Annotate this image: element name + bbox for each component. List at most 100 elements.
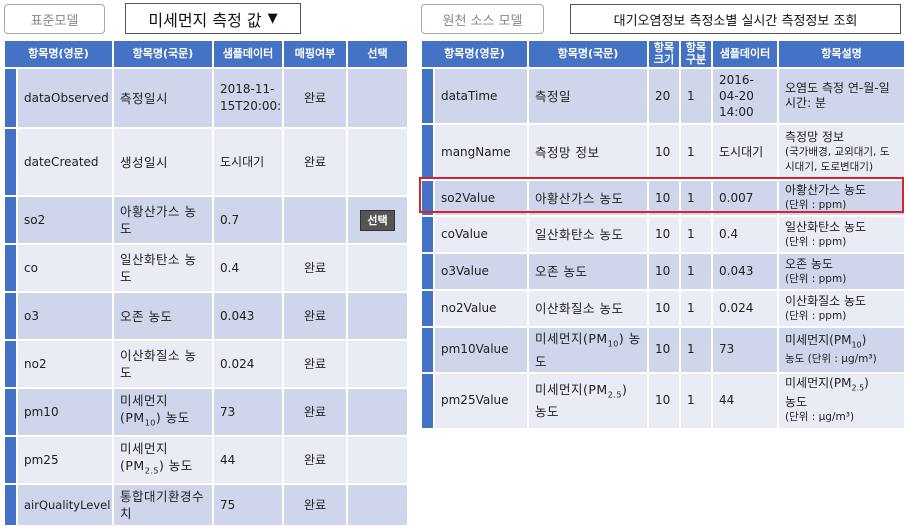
field-select [346, 483, 409, 527]
field-ko-part: ) 농도 [155, 410, 190, 426]
field-sample: 도시대기 [711, 123, 779, 181]
table-row[interactable]: dataObserved 측정일시 2018-11-15T20:00:00 완료 [3, 67, 409, 129]
field-desc: 일산화탄소 농도 (단위 : ppm) [777, 215, 906, 254]
field-sample: 73 [711, 326, 779, 374]
col-header-en: 항목명(영문) [3, 39, 114, 69]
field-ko: 생성일시 [112, 127, 214, 197]
row-marker [420, 326, 435, 374]
field-desc: 미세먼지(PM10) 농도 (단위 : μg/m³) [777, 326, 906, 374]
field-en: pm10 [16, 387, 114, 437]
row-marker [3, 243, 18, 293]
field-sample: 0.007 [711, 179, 779, 217]
table-row[interactable]: pm10 미세먼지(PM10) 농도 73 완료 [3, 387, 409, 437]
field-desc-main: 오존 농도 [785, 256, 833, 271]
field-ko: 통합대기환경수치 [112, 483, 214, 527]
field-ko-part: 미세먼지(PM [535, 381, 608, 397]
field-type: 1 [679, 371, 713, 430]
field-en: airQualityLevel [16, 483, 114, 527]
field-sample: 2018-11-15T20:00:00 [212, 67, 284, 129]
col-header-sample: 샘플데이터 [212, 39, 284, 69]
table-row[interactable]: so2 아황산가스 농도 0.7 선택 [3, 195, 409, 245]
table-row[interactable]: coValue 일산화탄소 농도 10 1 0.4 일산화탄소 농도 (단위 :… [420, 215, 906, 254]
row-marker [420, 289, 435, 328]
api-title: 대기오염정보 측정소별 실시간 측정정보 조회 [570, 4, 901, 34]
field-ko: 일산화탄소 농도 [527, 215, 649, 254]
field-ko-part: ) 농도 [158, 458, 193, 474]
select-button[interactable]: 선택 [360, 209, 395, 231]
field-mapped: 완료 [282, 127, 348, 197]
table-row[interactable]: airQualityLevel 통합대기환경수치 75 완료 [3, 483, 409, 527]
chevron-down-icon: ▼ [267, 11, 278, 26]
table-row[interactable]: co 일산화탄소 농도 0.4 완료 [3, 243, 409, 293]
field-sample: 44 [711, 371, 779, 430]
table-row[interactable]: no2Value 이산화질소 농도 10 1 0.024 이산화질소 농도 (단… [420, 289, 906, 328]
field-en: co [16, 243, 114, 293]
field-select [346, 339, 409, 389]
field-type: 1 [679, 123, 713, 181]
field-ko: 측정망 정보 [527, 123, 649, 181]
field-ko: 일산화탄소 농도 [112, 243, 214, 293]
measurement-dropdown[interactable]: 미세먼지 측정 값 ▼ [125, 3, 301, 34]
row-marker [3, 67, 18, 129]
field-desc-detail: (국가배경, 교외대기, 도시대기, 도로변대기) [785, 145, 890, 173]
table-row[interactable]: pm10Value 미세먼지(PM10) 농도 10 1 73 미세먼지(PM1… [420, 326, 906, 374]
field-sample: 0.024 [711, 289, 779, 328]
row-marker [420, 215, 435, 254]
field-desc-subscript: 10 [851, 339, 862, 349]
field-sample: 44 [212, 435, 284, 485]
table-row[interactable]: pm25 미세먼지(PM2.5) 농도 44 완료 [3, 435, 409, 485]
field-ko: 아황산가스 농도 [112, 195, 214, 245]
field-desc-unit: (단위 : ppm) [785, 272, 847, 285]
source-model-button[interactable]: 원천 소스 모델 [421, 4, 544, 34]
table-row[interactable]: o3 오존 농도 0.043 완료 [3, 291, 409, 341]
field-ko: 이산화질소 농도 [527, 289, 649, 328]
field-en: coValue [433, 215, 529, 254]
field-desc-main: 이산화질소 농도 [785, 293, 867, 308]
field-size: 10 [647, 252, 681, 291]
field-mapped [282, 195, 348, 245]
field-sample: 73 [212, 387, 284, 437]
col-header-select: 선택 [346, 39, 409, 69]
field-desc-main: 아황산가스 농도 [785, 183, 867, 197]
row-marker [3, 435, 18, 485]
field-en: pm25Value [433, 371, 529, 430]
field-en: so2Value [433, 179, 529, 217]
field-desc-unit: (단위 : ppm) [785, 235, 847, 248]
field-desc-unit: (단위 : ppm) [785, 199, 847, 211]
field-desc-part: 농도 [785, 395, 808, 410]
field-mapped: 완료 [282, 67, 348, 129]
field-size: 20 [647, 67, 681, 125]
field-desc-unit: 농도 (단위 : μg/m³) [785, 352, 877, 365]
source-model-table: 항목명(영문) 항목명(국문) 항목크기 항목구분 샘플데이터 항목설명 dat… [420, 39, 906, 430]
table-row-highlighted[interactable]: so2Value 아황산가스 농도 10 1 0.007 아황산가스 농도 (단… [420, 179, 906, 217]
field-ko: 미세먼지(PM10) 농도 [527, 326, 649, 374]
table-row[interactable]: dateCreated 생성일시 도시대기 완료 [3, 127, 409, 197]
field-en: no2Value [433, 289, 529, 328]
table-row[interactable]: no2 이산화질소 농도 0.024 완료 [3, 339, 409, 389]
row-marker [420, 179, 435, 217]
standard-model-button[interactable]: 표준모델 [4, 4, 105, 34]
table-row[interactable]: pm25Value 미세먼지(PM2.5) 농도 10 1 44 미세먼지(PM… [420, 371, 906, 430]
field-ko: 미세먼지(PM10) 농도 [112, 387, 214, 437]
field-select [346, 387, 409, 437]
row-marker [420, 371, 435, 430]
field-ko-subscript: 10 [607, 339, 619, 349]
field-sample: 0.043 [212, 291, 284, 341]
field-size: 10 [647, 215, 681, 254]
field-en: dateCreated [16, 127, 114, 197]
table-row[interactable]: o3Value 오존 농도 10 1 0.043 오존 농도 (단위 : ppm… [420, 252, 906, 291]
field-desc: 이산화질소 농도 (단위 : ppm) [777, 289, 906, 328]
field-en: o3Value [433, 252, 529, 291]
table-row[interactable]: dataTime 측정일 20 1 2016-04-20 14:00 오염도 측… [420, 67, 906, 125]
table-row[interactable]: mangName 측정망 정보 10 1 도시대기 측정망 정보 (국가배경, … [420, 123, 906, 181]
field-en: dataObserved [16, 67, 114, 129]
field-desc: 아황산가스 농도 (단위 : ppm) [777, 179, 906, 217]
field-select: 선택 [346, 195, 409, 245]
field-desc-unit: (단위 : ppm) [785, 309, 847, 322]
field-mapped: 완료 [282, 243, 348, 293]
field-en: o3 [16, 291, 114, 341]
row-marker [420, 123, 435, 181]
field-ko-subscript: 10 [144, 418, 156, 428]
field-en: so2 [16, 195, 114, 245]
field-en: pm10Value [433, 326, 529, 374]
